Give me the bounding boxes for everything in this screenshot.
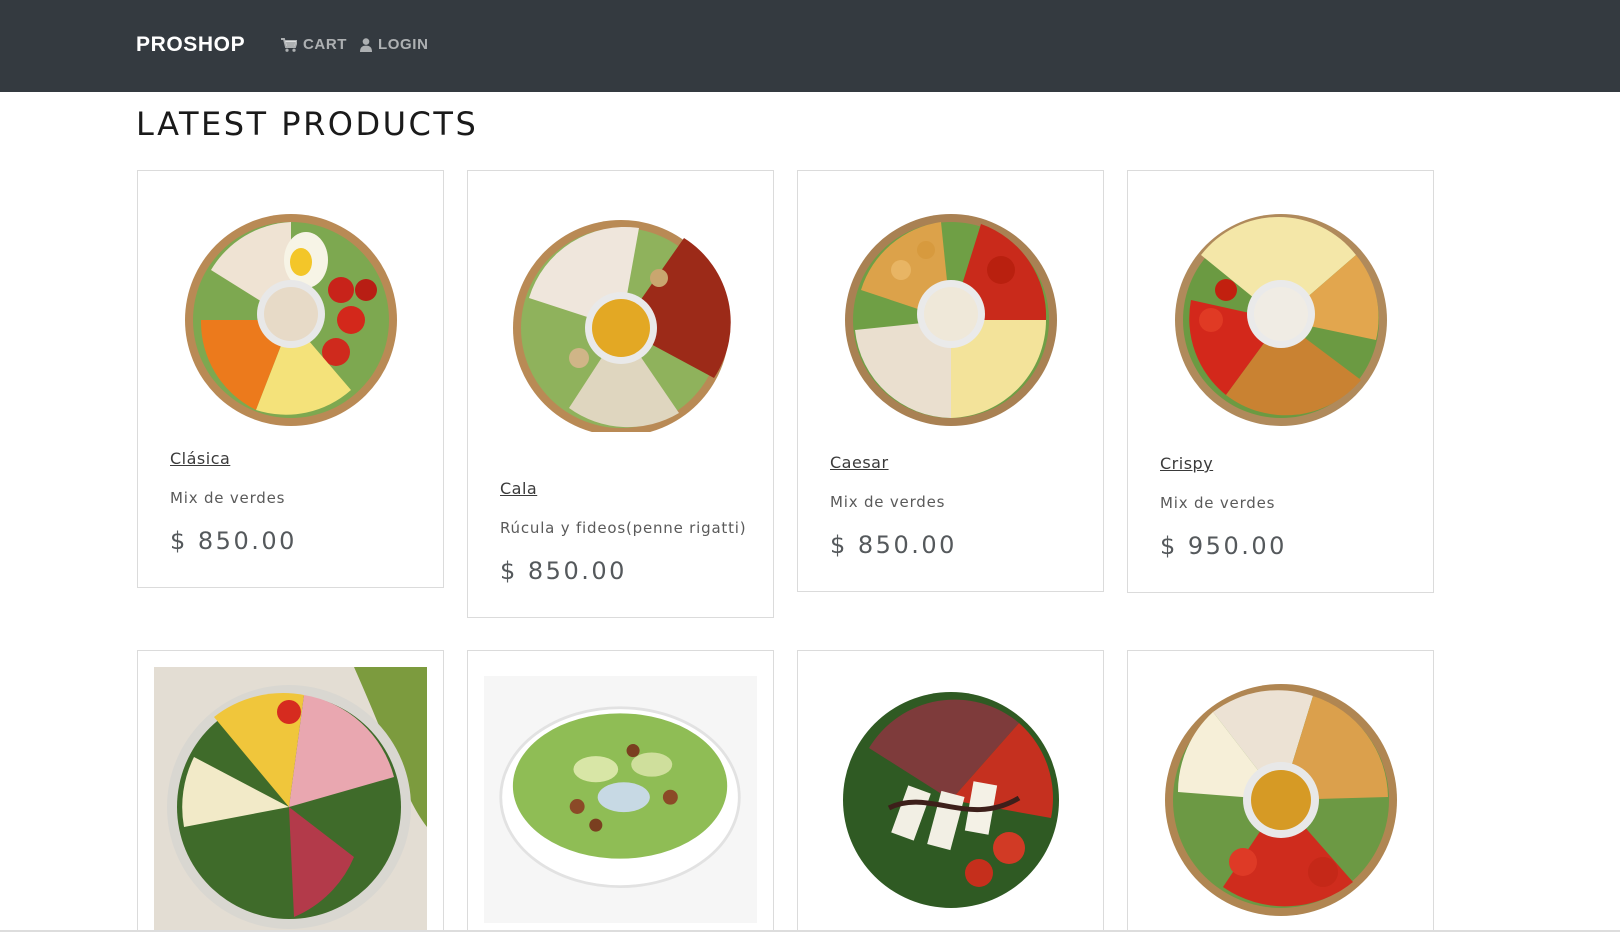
login-label: LOGIN [378,36,429,53]
product-description: Mix de verdes [1160,494,1276,512]
product-image[interactable] [154,667,427,932]
brand-link[interactable]: PROSHOP [136,33,245,57]
product-description: Mix de verdes [830,493,946,511]
product-image[interactable] [1144,187,1417,452]
product-description: Mix de verdes [170,489,286,507]
product-image[interactable] [484,667,757,932]
product-image[interactable] [814,667,1087,932]
product-price: $ 950.00 [1160,532,1287,560]
salad-photo-image [154,667,427,932]
product-image[interactable] [484,187,757,452]
product-name[interactable]: Clásica [170,449,230,468]
login-link[interactable]: LOGIN [360,36,429,53]
product-name[interactable]: Cala [500,479,537,498]
salad-bowl-image [184,213,397,426]
product-image[interactable] [1144,667,1417,932]
salad-bowl-image [842,691,1059,908]
page-title: LATEST PRODUCTS [136,105,479,143]
product-card [1127,650,1434,932]
product-image[interactable] [814,187,1087,452]
product-name[interactable]: Caesar [830,453,889,472]
product-image[interactable] [154,187,427,452]
product-price: $ 850.00 [500,557,627,585]
product-price: $ 850.00 [170,527,297,555]
product-price: $ 850.00 [830,531,957,559]
product-card-clasica: Clásica Mix de verdes $ 850.00 [137,170,444,588]
product-card [467,650,774,932]
product-card [797,650,1104,932]
salad-photo-image [484,676,757,923]
product-description: Rúcula y fideos(penne rigatti) [500,519,747,537]
product-card-cala: Cala Rúcula y fideos(penne rigatti) $ 85… [467,170,774,618]
salad-bowl-image [844,213,1057,426]
shopping-cart-icon [281,37,297,52]
cart-link[interactable]: CART [281,36,347,53]
product-card [137,650,444,932]
product-card-caesar: Caesar Mix de verdes $ 850.00 [797,170,1104,592]
salad-bowl-image [1164,683,1397,916]
product-name[interactable]: Crispy [1160,454,1213,473]
product-card-crispy: Crispy Mix de verdes $ 950.00 [1127,170,1434,593]
salad-bowl-image [512,219,731,432]
navbar: PROSHOP CART LOGIN [0,0,1620,92]
cart-label: CART [303,36,348,53]
salad-bowl-image [1174,213,1387,426]
user-icon [360,37,372,52]
